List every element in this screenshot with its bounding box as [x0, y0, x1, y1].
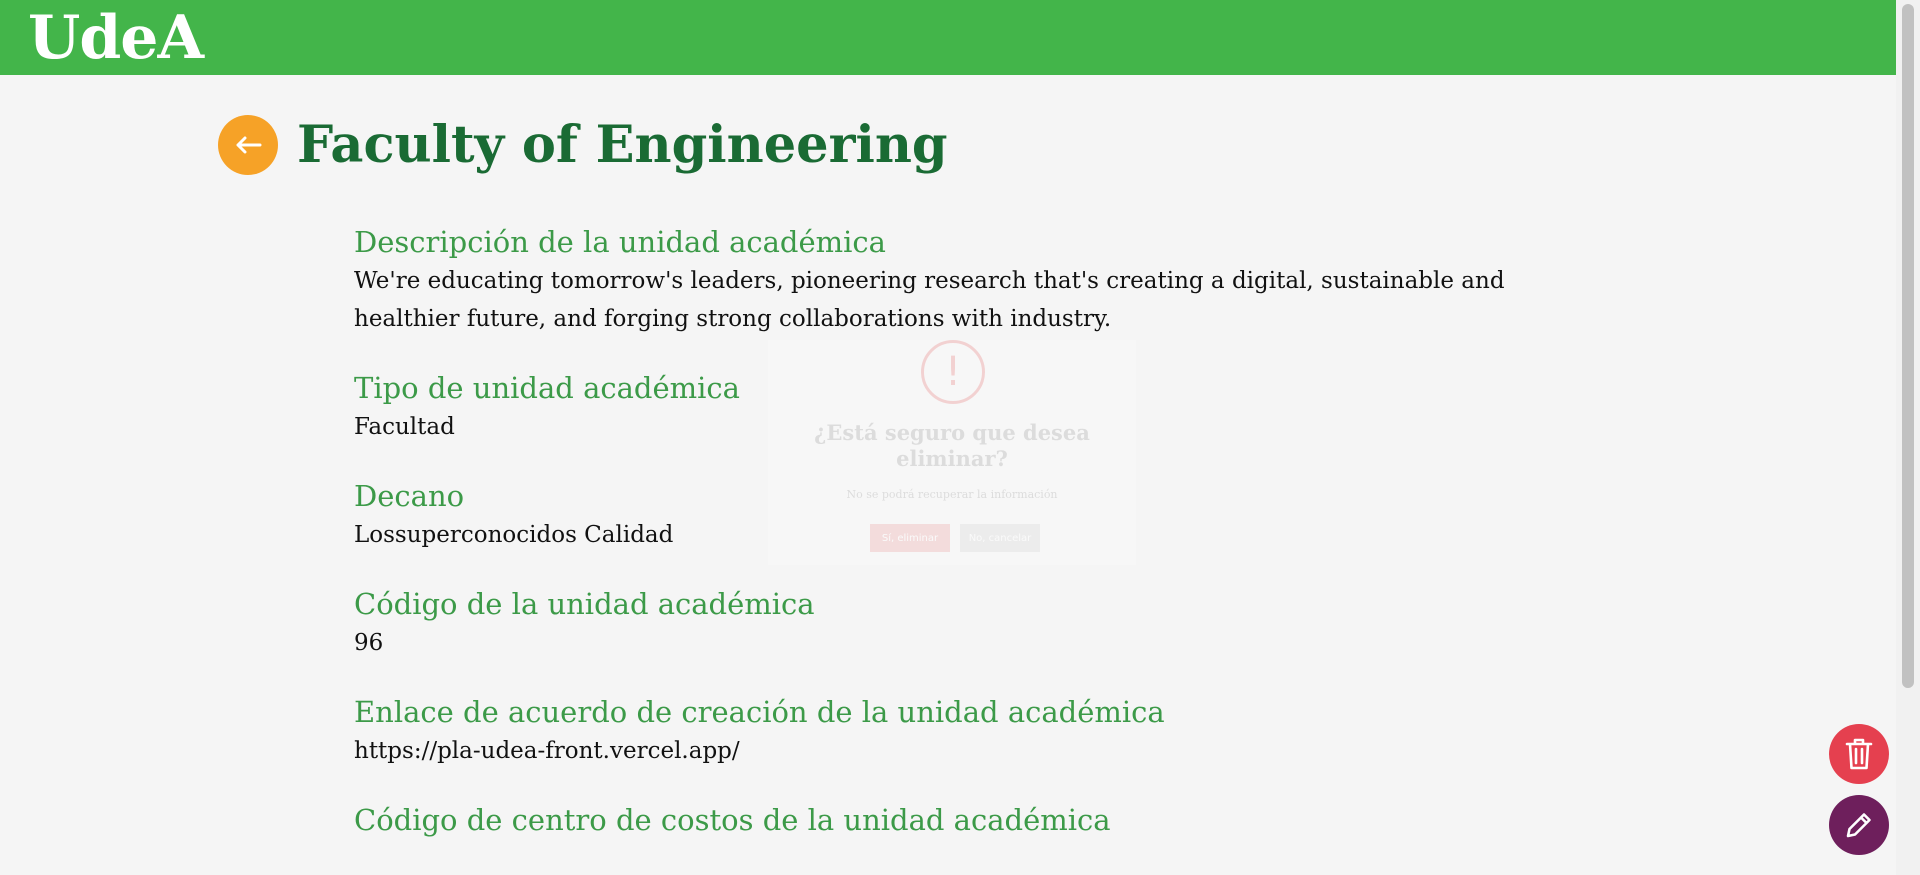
dialog-text: No se podrá recuperar la información — [846, 488, 1058, 501]
field-cost-center: Código de centro de costos de la unidad … — [354, 800, 1554, 840]
delete-confirm-dialog: ! ¿Está seguro que desea eliminar? No se… — [768, 340, 1136, 565]
field-label: Código de centro de costos de la unidad … — [354, 803, 1111, 837]
field-value: 96 — [354, 630, 384, 656]
trash-icon — [1845, 738, 1873, 770]
field-label: Código de la unidad académica — [354, 587, 815, 621]
page-title: Faculty of Engineering — [297, 115, 948, 175]
cancel-delete-button[interactable]: No, cancelar — [960, 524, 1040, 552]
warning-icon: ! — [921, 340, 985, 404]
field-code: Código de la unidad académica 96 — [354, 584, 1554, 662]
field-label: Descripción de la unidad académica — [354, 225, 886, 259]
top-header-bar: UdeA — [0, 0, 1896, 75]
dialog-title: ¿Está seguro que desea eliminar? — [814, 420, 1090, 471]
field-label: Enlace de acuerdo de creación de la unid… — [354, 695, 1165, 729]
arrow-left-icon — [236, 136, 262, 154]
pencil-icon — [1846, 813, 1871, 838]
udea-logo[interactable]: UdeA — [28, 2, 204, 74]
field-value: We're educating tomorrow's leaders, pion… — [354, 268, 1505, 332]
field-creation-link: Enlace de acuerdo de creación de la unid… — [354, 692, 1554, 770]
confirm-delete-button[interactable]: Sí, eliminar — [870, 524, 950, 552]
back-button[interactable] — [218, 115, 278, 175]
vertical-scrollbar[interactable] — [1896, 0, 1920, 875]
field-description: Descripción de la unidad académica We're… — [354, 222, 1554, 338]
edit-button[interactable] — [1829, 795, 1889, 855]
scrollbar-thumb[interactable] — [1902, 4, 1914, 688]
field-value[interactable]: https://pla-udea-front.vercel.app/ — [354, 732, 1554, 770]
delete-button[interactable] — [1829, 724, 1889, 784]
